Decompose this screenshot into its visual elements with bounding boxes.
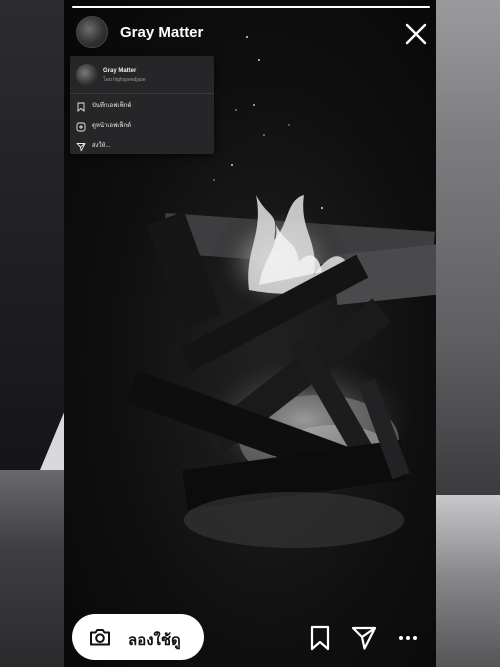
menu-item-label: ดูหน้าเอฟเฟ็กต์ [92, 123, 132, 129]
effect-creator: โดย highspeedjase [103, 77, 146, 83]
username[interactable]: Gray Matter [120, 24, 203, 41]
effect-name: Gray Matter [103, 68, 137, 74]
background-panel-left [0, 0, 70, 480]
menu-item-label: บันทึกเอฟเฟ็กต์ [92, 103, 132, 109]
background-wedge [40, 410, 65, 470]
story-header: Gray Matter [64, 14, 436, 54]
send-icon [351, 626, 377, 650]
menu-item-label: ส่งให้... [92, 143, 111, 149]
effect-avatar [76, 64, 98, 86]
send-icon [76, 139, 86, 152]
menu-item-view-effect-page[interactable]: ดูหน้าเอฟเฟ็กต์ [70, 114, 214, 134]
effect-card-header[interactable]: Gray Matter โดย highspeedjase [70, 56, 214, 94]
try-effect-label: ลองใช้ดู [128, 632, 181, 649]
background-block-left [0, 470, 70, 667]
background-block-right [435, 495, 500, 667]
effect-page-icon [76, 119, 86, 132]
effect-info-card: Gray Matter โดย highspeedjase บันทึกเอฟเ… [70, 56, 214, 154]
background-panel-right [435, 0, 500, 500]
story-progress-fill [72, 6, 430, 8]
avatar[interactable] [76, 16, 108, 48]
bookmark-icon [310, 625, 330, 651]
try-effect-button[interactable]: ลองใช้ดู [72, 614, 204, 660]
more-options-button[interactable] [394, 624, 422, 652]
camera-icon [88, 625, 112, 649]
close-button[interactable] [402, 20, 430, 48]
more-icon [399, 636, 417, 640]
story-viewer[interactable]: Gray Matter Gray Matter โดย highspeedjas… [64, 0, 436, 667]
save-button[interactable] [306, 624, 334, 652]
bookmark-icon [76, 99, 86, 112]
menu-item-send-to[interactable]: ส่งให้... [70, 134, 214, 154]
send-button[interactable] [350, 624, 378, 652]
story-progress-bar [72, 6, 430, 8]
close-icon [405, 23, 427, 45]
menu-item-save-effect[interactable]: บันทึกเอฟเฟ็กต์ [70, 94, 214, 114]
